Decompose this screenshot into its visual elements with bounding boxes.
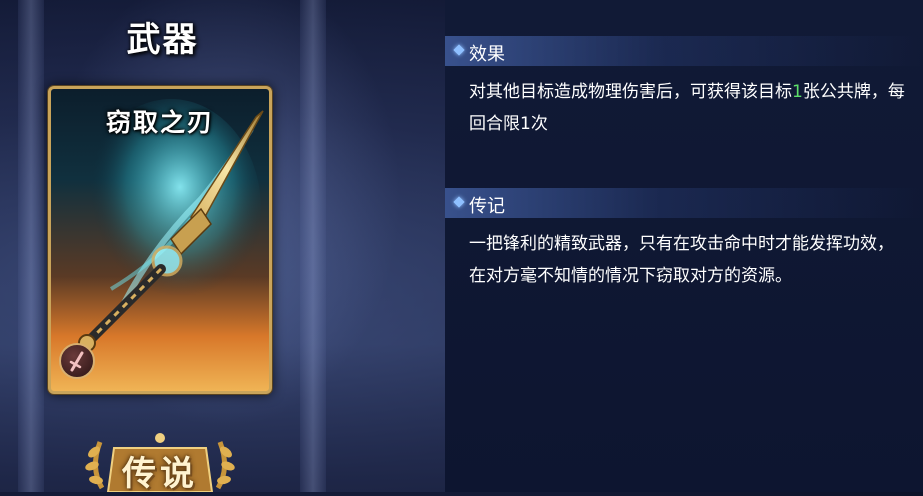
item-card[interactable]: 窃取之刃 bbox=[48, 86, 272, 394]
effect-highlight-count: 1 bbox=[792, 82, 803, 102]
rarity-emblem: 传说 bbox=[80, 428, 240, 494]
effect-title: 效果 bbox=[469, 44, 505, 65]
card-name: 窃取之刃 bbox=[105, 108, 214, 137]
effect-header: 效果 bbox=[445, 36, 923, 66]
lore-header: 传记 bbox=[445, 188, 923, 218]
dagger-glyph bbox=[69, 351, 84, 372]
category-title: 武器 bbox=[126, 20, 199, 60]
details-panel: 效果 对其他目标造成物理伤害后，可获得该目标1张公共牌，每回合限1次 传记 一把… bbox=[445, 0, 923, 492]
diamond-icon bbox=[453, 44, 465, 56]
lore-title: 传记 bbox=[469, 196, 505, 217]
background-pillar bbox=[300, 0, 326, 492]
effect-text-part1: 对其他目标造成物理伤害后，可获得该目标 bbox=[469, 82, 792, 102]
diamond-icon bbox=[453, 196, 465, 208]
dagger-icon bbox=[59, 343, 95, 379]
lore-description: 一把锋利的精致武器，只有在攻击命中时才能发挥功效，在对方毫不知情的情况下窃取对方… bbox=[469, 234, 894, 286]
rarity-label: 传说 bbox=[122, 454, 198, 494]
background-pillar bbox=[18, 0, 44, 492]
effect-description: 对其他目标造成物理伤害后，可获得该目标1张公共牌，每回合限1次 bbox=[469, 76, 909, 140]
